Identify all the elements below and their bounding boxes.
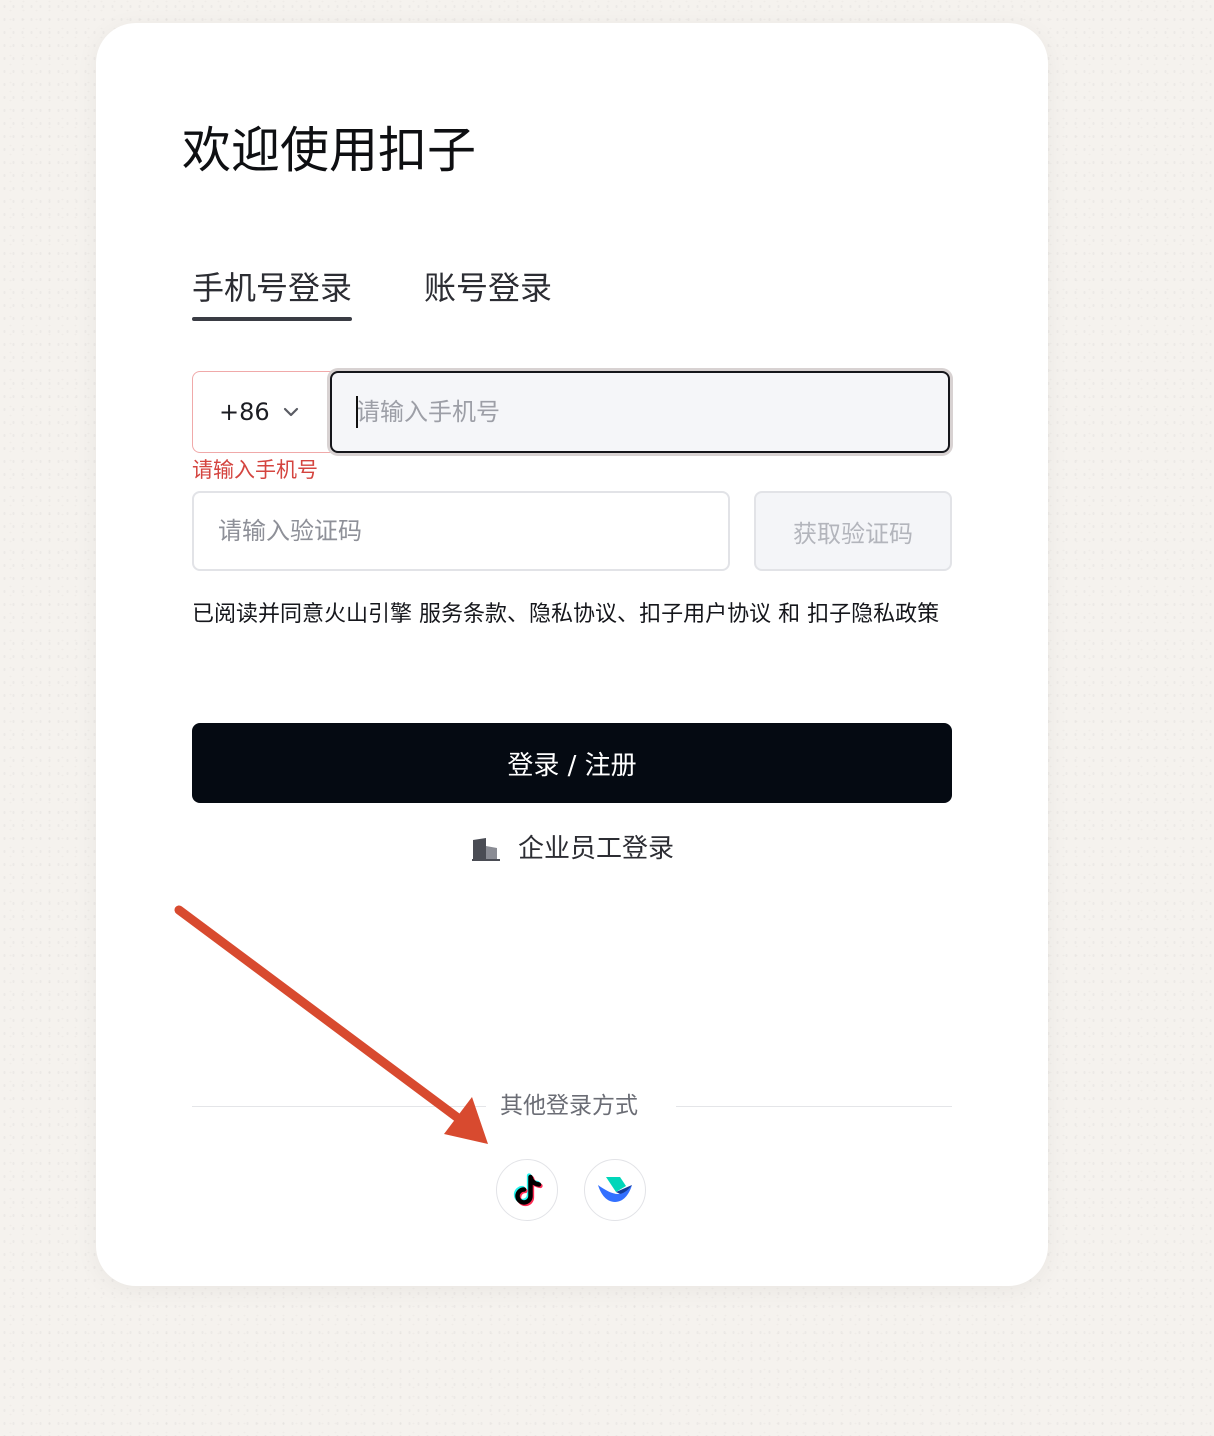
user-agreement-link[interactable]: 扣子用户协议: [639, 602, 771, 627]
agreement-and: 和: [771, 602, 808, 627]
login-register-button[interactable]: 登录 / 注册: [192, 723, 952, 803]
chevron-down-icon: [283, 407, 299, 417]
get-verification-code-button[interactable]: 获取验证码: [754, 491, 952, 571]
country-code-value: +86: [219, 398, 270, 426]
country-code-select[interactable]: +86: [192, 371, 332, 453]
agreement-separator: 、: [617, 602, 640, 627]
divider-left: [192, 1106, 486, 1107]
privacy-agreement-link[interactable]: 隐私协议: [529, 602, 617, 627]
text-caret: [356, 396, 358, 428]
active-tab-indicator: [192, 317, 352, 321]
tab-phone-login[interactable]: 手机号登录: [192, 266, 352, 310]
privacy-policy-link[interactable]: 扣子隐私政策: [807, 602, 939, 627]
agreement-text: 已阅读并同意火山引擎 服务条款、隐私协议、扣子用户协议 和 扣子隐私政策: [192, 595, 952, 635]
douyin-icon: [513, 1173, 543, 1207]
building-icon: [472, 838, 500, 861]
tab-account-login[interactable]: 账号登录: [424, 266, 552, 310]
phone-error-message: 请输入手机号: [192, 458, 318, 482]
login-card: 欢迎使用扣子 手机号登录 账号登录 +86 请输入手机号 获取验证码 已阅读并同…: [96, 23, 1048, 1286]
phone-number-input[interactable]: [330, 371, 950, 453]
verification-code-input[interactable]: [192, 491, 730, 571]
divider-right: [676, 1106, 952, 1107]
enterprise-login-link[interactable]: 企业员工登录: [472, 829, 674, 869]
douyin-login-button[interactable]: [496, 1159, 558, 1221]
feishu-icon: [598, 1177, 632, 1202]
agreement-separator: 、: [507, 602, 530, 627]
welcome-title: 欢迎使用扣子: [182, 122, 477, 179]
feishu-login-button[interactable]: [584, 1159, 646, 1221]
enterprise-login-label: 企业员工登录: [518, 834, 675, 864]
service-terms-link[interactable]: 服务条款: [419, 602, 507, 627]
other-login-label: 其他登录方式: [500, 1093, 638, 1119]
agreement-prefix: 已阅读并同意火山引擎: [192, 602, 419, 627]
